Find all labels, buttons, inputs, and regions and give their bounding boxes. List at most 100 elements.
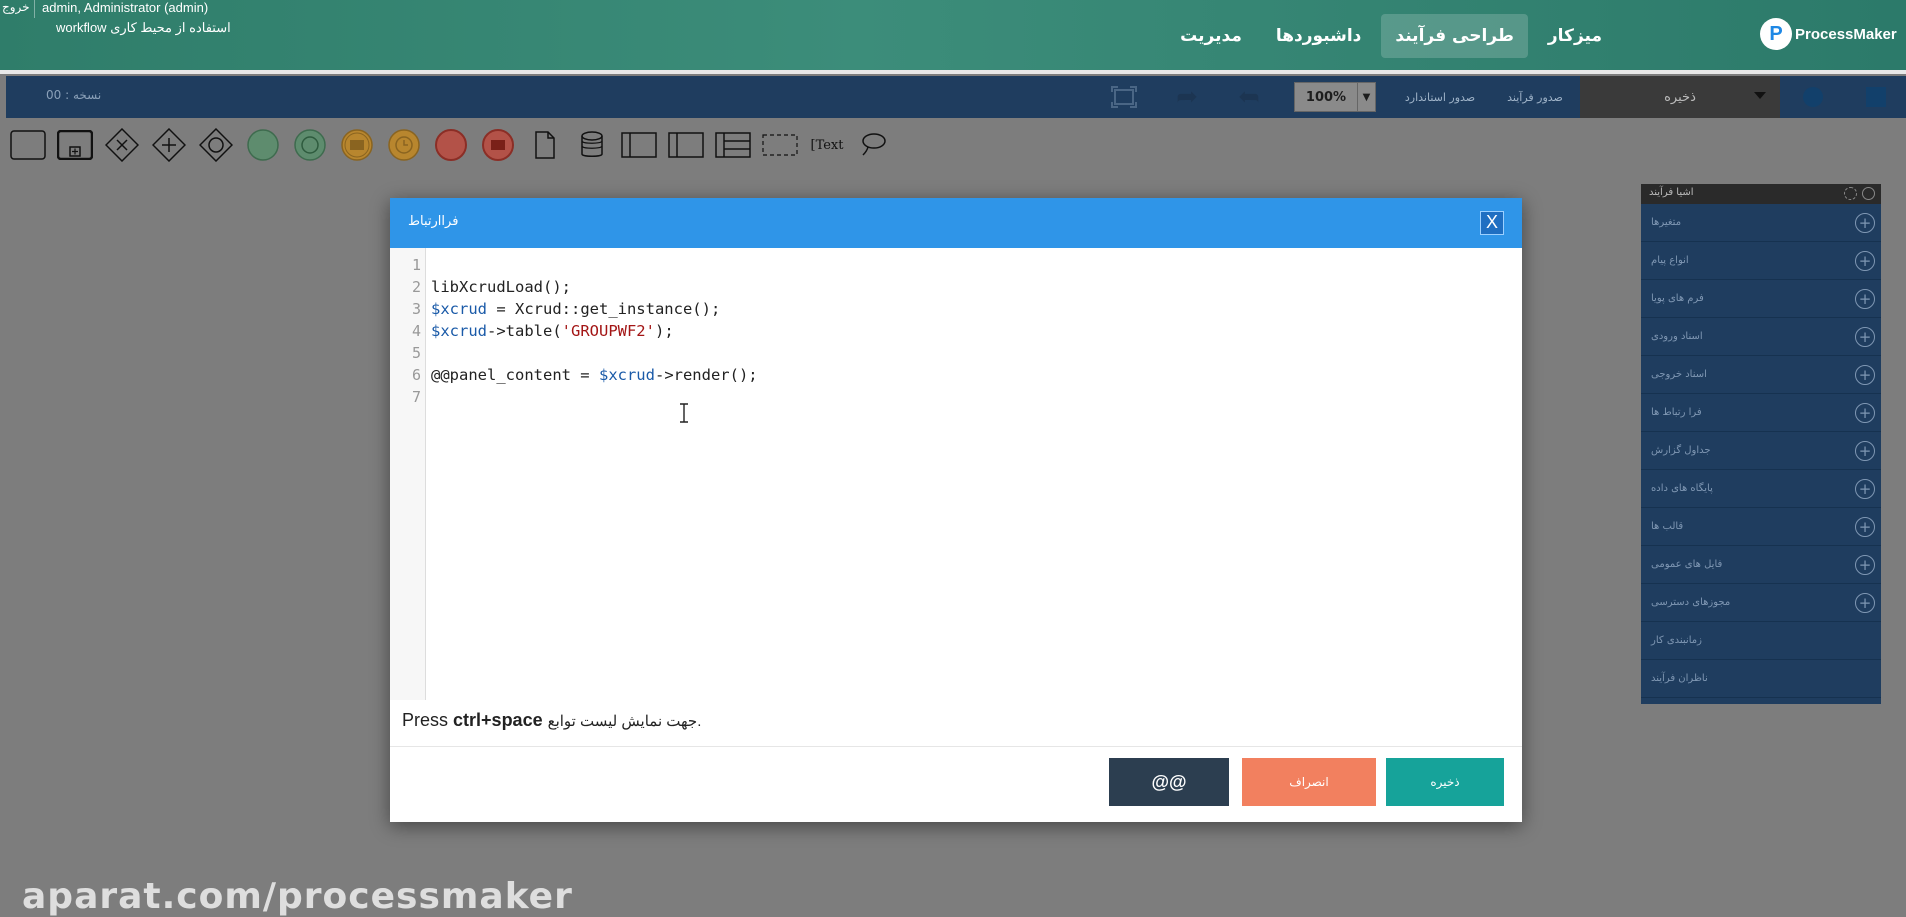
plus-icon[interactable]: + [1855, 327, 1875, 347]
text-annotation-tool[interactable]: [Text [809, 128, 845, 162]
save-label: ذخیره [1664, 89, 1696, 105]
panel-item-label: فرا رتباط ها [1651, 407, 1702, 418]
lasso-icon [862, 133, 886, 156]
panel-item[interactable]: متغیرها + [1641, 204, 1881, 242]
panel-title: اشیا فرآیند [1649, 187, 1694, 198]
nav-designer[interactable]: طراحی فرآیند [1381, 14, 1528, 58]
insert-variable-button[interactable]: @@ [1109, 758, 1229, 806]
code-line-4: $xcrud->table('GROUPWF2'); [431, 320, 758, 342]
code-text: ); [654, 322, 674, 340]
panel-item[interactable]: فایل های عمومی + [1641, 546, 1881, 584]
intermediate-message-icon [341, 129, 373, 161]
cancel-button[interactable]: انصراف [1242, 758, 1376, 806]
nav-admin[interactable]: مدیریت [1166, 14, 1256, 58]
panel-item-label: فرم های پویا [1651, 293, 1704, 304]
panel-item[interactable]: ناظران فرآیند [1641, 660, 1881, 698]
panel-item[interactable]: اسناد خروجی + [1641, 356, 1881, 394]
intermediate-message-tool[interactable] [339, 128, 375, 162]
plus-icon[interactable]: + [1855, 517, 1875, 537]
lasso-tool[interactable] [856, 128, 892, 162]
data-object-tool[interactable] [527, 128, 563, 162]
panel-item[interactable]: انواع پیام + [1641, 242, 1881, 280]
code-lines[interactable]: libXcrudLoad(); $xcrud = Xcrud::get_inst… [431, 254, 758, 408]
processmaker-logo[interactable]: P ProcessMaker [1760, 14, 1906, 54]
code-text: ->table( [487, 322, 562, 340]
help-button[interactable] [1780, 76, 1846, 118]
parallel-gateway-tool[interactable] [151, 128, 187, 162]
plus-icon[interactable]: + [1855, 365, 1875, 385]
exclusive-gateway-tool[interactable] [104, 128, 140, 162]
panel-item[interactable]: فرم های پویا + [1641, 280, 1881, 318]
dialog-header: فراارتباط X [390, 198, 1522, 248]
line-number: 4 [411, 322, 421, 340]
end-message-tool[interactable] [480, 128, 516, 162]
plus-icon[interactable]: + [1855, 555, 1875, 575]
lanes-tool[interactable] [715, 128, 751, 162]
panel-item[interactable]: فرا رتباط ها + [1641, 394, 1881, 432]
version-label: نسخه : 00 [46, 88, 102, 102]
code-variable: $xcrud [431, 300, 487, 318]
plus-icon[interactable]: + [1855, 593, 1875, 613]
footer-divider [390, 746, 1522, 747]
divider [34, 0, 35, 18]
start-event-tool[interactable] [245, 128, 281, 162]
gateway-x-icon [105, 128, 139, 162]
plus-icon[interactable]: + [1855, 213, 1875, 233]
end-event-tool[interactable] [433, 128, 469, 162]
panel-item[interactable]: پایگاه های داده + [1641, 470, 1881, 508]
hint-keys: ctrl+space [453, 710, 543, 730]
save-button[interactable]: ذخیره [1386, 758, 1504, 806]
code-line-2: libXcrudLoad(); [431, 276, 758, 298]
lane-icon [668, 132, 704, 158]
code-text: libXcrudLoad(); [431, 278, 571, 296]
database-icon [581, 131, 603, 157]
save-dropdown[interactable]: ذخیره [1580, 76, 1780, 118]
task-tool[interactable] [10, 128, 46, 162]
inclusive-gateway-tool[interactable] [198, 128, 234, 162]
collapse-icon[interactable] [1862, 187, 1875, 200]
top-header: خروج admin, Administrator (admin) استفاد… [0, 0, 1906, 70]
group-tool[interactable] [762, 128, 798, 162]
plus-icon[interactable]: + [1855, 479, 1875, 499]
code-editor[interactable]: 1 2 3 4 5 6 7 libXcrudLoad(); $xcrud = X… [390, 248, 1522, 700]
plus-icon[interactable]: + [1855, 289, 1875, 309]
plus-icon[interactable]: + [1855, 403, 1875, 423]
zoom-select[interactable]: 100% ▼ [1294, 82, 1376, 112]
start-message-tool[interactable] [292, 128, 328, 162]
hint-text: جهت نمایش لیست توابع. [547, 713, 702, 730]
document-icon [535, 131, 555, 159]
lane-tool[interactable] [668, 128, 704, 162]
user-workspace: استفاده از محیط کاری workflow [56, 20, 231, 35]
panel-item[interactable]: جداول گزارش + [1641, 432, 1881, 470]
export-standard-button[interactable]: صدور استاندارد [1390, 76, 1490, 118]
close-designer-button[interactable] [1846, 76, 1906, 118]
user-box: خروج admin, Administrator (admin) استفاد… [0, 0, 372, 70]
redo-button[interactable]: ➦ [1156, 76, 1218, 118]
pool-tool[interactable] [621, 128, 657, 162]
panel-item[interactable]: زمانبندی کار [1641, 622, 1881, 660]
code-line-3: $xcrud = Xcrud::get_instance(); [431, 298, 758, 320]
refresh-icon[interactable] [1844, 187, 1857, 200]
nav-home[interactable]: میزکار [1534, 14, 1616, 58]
header-divider [0, 70, 1906, 74]
panel-item[interactable]: قالب ها + [1641, 508, 1881, 546]
close-button[interactable]: X [1480, 211, 1504, 235]
subprocess-tool[interactable] [57, 128, 93, 162]
logout-link[interactable]: خروج [2, 0, 30, 14]
panel-item-label: زمانبندی کار [1651, 635, 1702, 646]
line-number: 7 [411, 388, 421, 406]
plus-icon[interactable]: + [1855, 441, 1875, 461]
panel-item[interactable]: مجوزهای دسترسی + [1641, 584, 1881, 622]
panel-item[interactable]: اسناد ورودی + [1641, 318, 1881, 356]
export-process-button[interactable]: صدور فرآیند [1490, 76, 1580, 118]
nav-dashboards[interactable]: داشبوردها [1262, 14, 1376, 58]
redo-icon: ➦ [1176, 82, 1198, 112]
fullscreen-button[interactable] [1092, 76, 1156, 118]
panel-item-label: مجوزهای دسترسی [1651, 597, 1731, 608]
intermediate-timer-tool[interactable] [386, 128, 422, 162]
help-icon [1803, 87, 1823, 107]
plus-icon[interactable]: + [1855, 251, 1875, 271]
data-store-tool[interactable] [574, 128, 610, 162]
user-name: admin, Administrator (admin) [42, 0, 209, 15]
undo-button[interactable]: ➦ [1218, 76, 1280, 118]
